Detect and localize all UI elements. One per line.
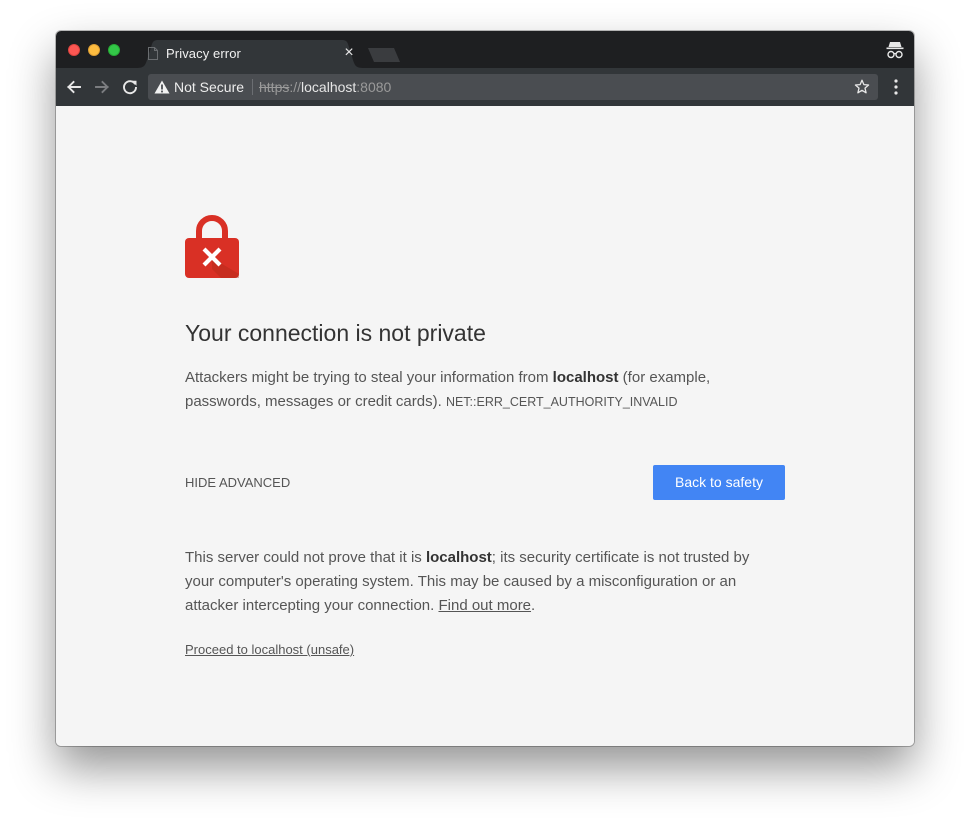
main-message: Attackers might be trying to steal your …: [185, 366, 745, 414]
lock-error-icon: [185, 215, 239, 278]
back-to-safety-button[interactable]: Back to safety: [653, 465, 785, 500]
url-text[interactable]: https://localhost:8080: [259, 79, 391, 95]
error-code[interactable]: NET::ERR_CERT_AUTHORITY_INVALID: [446, 395, 678, 409]
close-window-button[interactable]: [68, 44, 80, 56]
interstitial-page: Your connection is not private Attackers…: [56, 106, 914, 746]
incognito-icon: [886, 42, 904, 59]
tab-strip: Privacy error ×: [56, 31, 914, 68]
warning-icon[interactable]: [154, 80, 170, 94]
details-message: This server could not prove that it is l…: [185, 546, 775, 618]
reload-icon[interactable]: [120, 77, 140, 97]
learn-more-link[interactable]: Find out more: [438, 597, 531, 614]
minimize-window-button[interactable]: [88, 44, 100, 56]
details-host: localhost: [425, 549, 492, 566]
kebab-menu-icon[interactable]: [886, 78, 906, 96]
arrow-right-icon[interactable]: [92, 77, 112, 97]
close-tab-icon[interactable]: ×: [342, 44, 356, 62]
zoom-window-button[interactable]: [108, 44, 120, 56]
tab-title: Privacy error: [166, 46, 241, 61]
security-status-label[interactable]: Not Secure: [174, 79, 244, 95]
details-prefix: This server could not prove that it is: [185, 549, 426, 566]
browser-toolbar: Not Secure https://localhost:8080: [56, 68, 914, 106]
url-separator: ://: [289, 79, 302, 95]
main-message-prefix: Attackers might be trying to steal your …: [185, 369, 553, 386]
arrow-left-icon[interactable]: [64, 77, 84, 97]
url-port: :8080: [356, 79, 392, 95]
omnibox-divider: [252, 79, 253, 95]
browser-window: Privacy error × Not Secure https://local…: [56, 31, 914, 746]
new-tab-icon[interactable]: [368, 48, 400, 62]
url-host: localhost: [301, 79, 357, 95]
page-icon: [148, 47, 158, 60]
address-bar[interactable]: Not Secure https://localhost:8080: [148, 74, 878, 100]
star-icon[interactable]: [854, 79, 870, 95]
main-message-host: localhost: [552, 369, 619, 386]
url-scheme: https: [259, 79, 290, 95]
hide-advanced-button[interactable]: HIDE ADVANCED: [185, 475, 290, 490]
page-title: Your connection is not private: [185, 320, 486, 346]
proceed-unsafe-link[interactable]: Proceed to localhost (unsafe): [185, 642, 354, 657]
tab-privacy-error[interactable]: Privacy error ×: [136, 40, 364, 68]
details-end: .: [531, 597, 536, 614]
